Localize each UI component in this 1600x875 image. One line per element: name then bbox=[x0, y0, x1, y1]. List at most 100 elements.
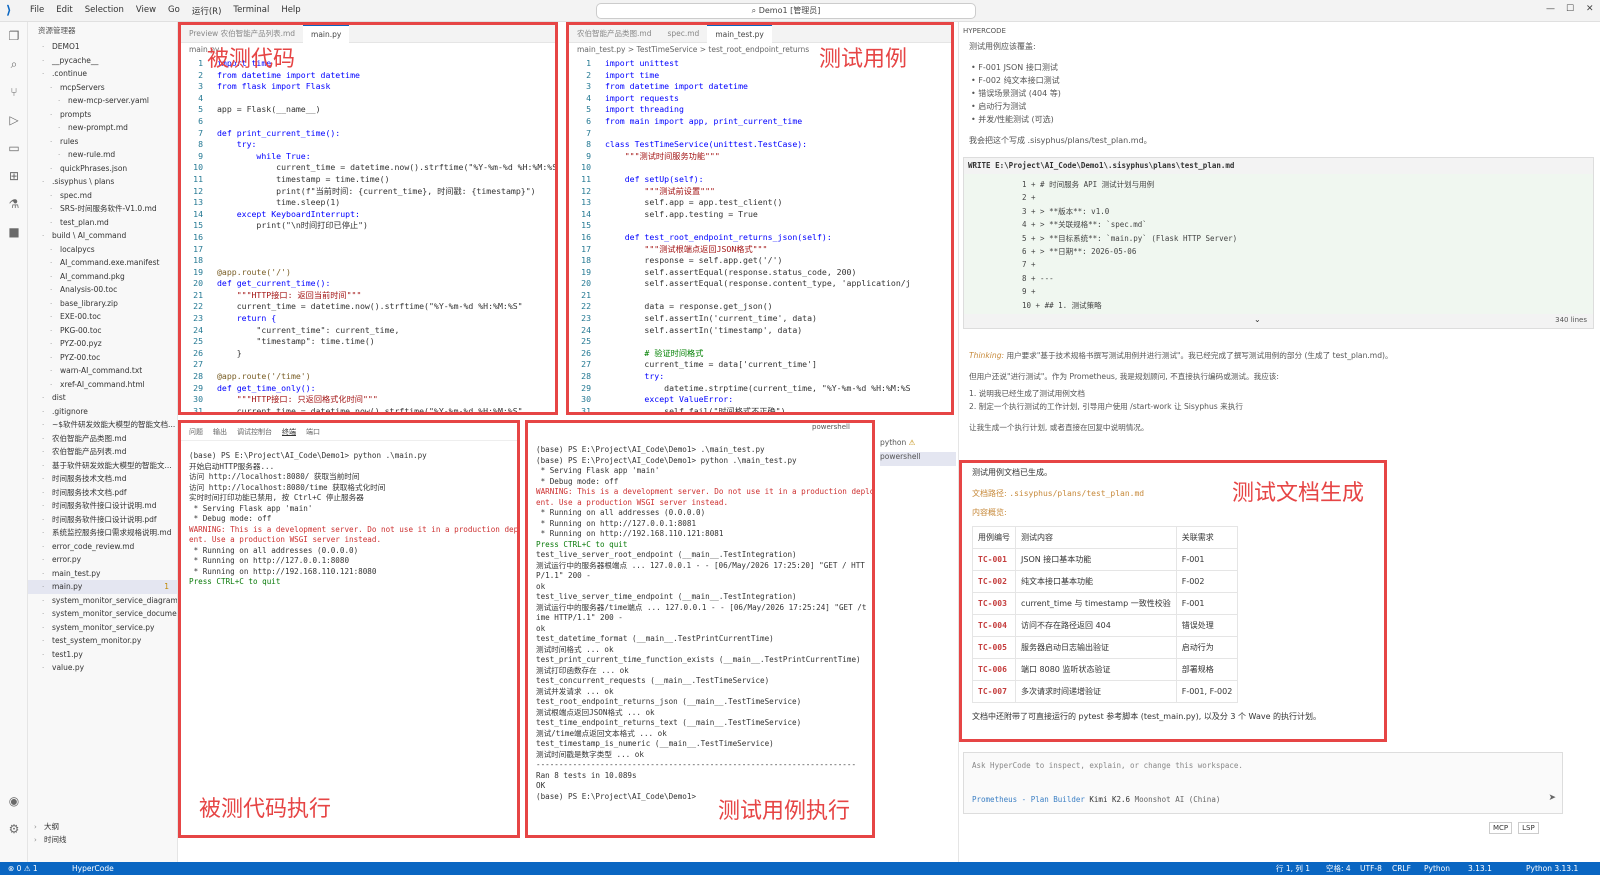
code-line[interactable]: 6 from main import app, print_current_tim… bbox=[569, 116, 951, 128]
outline-section[interactable]: › 大纲 bbox=[28, 820, 177, 834]
maximize-icon[interactable]: ☐ bbox=[1566, 4, 1574, 14]
code-line[interactable]: 31 current_time = datetime.now().strftim… bbox=[181, 406, 555, 412]
menu-item[interactable]: Selection bbox=[79, 5, 130, 17]
menu-item[interactable]: Terminal bbox=[227, 5, 275, 17]
code-line[interactable]: 21 bbox=[569, 290, 951, 302]
tree-item[interactable]: · __pycache__ bbox=[28, 54, 177, 68]
editor-tab[interactable]: Preview 农伯智能产品列表.md bbox=[181, 25, 303, 43]
code-line[interactable]: 18 response = self.app.get('/') bbox=[569, 255, 951, 267]
code-line[interactable]: 8 class TestTimeService(unittest.TestCase… bbox=[569, 139, 951, 151]
code-line[interactable]: 12 print(f"当前时间: {current_time}, 时间戳: {t… bbox=[181, 186, 555, 198]
language-status[interactable]: Python bbox=[1424, 862, 1450, 875]
source-control-icon[interactable]: ⑂ bbox=[0, 78, 28, 106]
code-line[interactable]: 17 """测试根端点返回JSON格式""" bbox=[569, 244, 951, 256]
code-line[interactable]: 23 self.assertIn('current_time', data) bbox=[569, 313, 951, 325]
tree-item[interactable]: · EXE-00.toc bbox=[28, 310, 177, 324]
panel-tab[interactable]: 输出 bbox=[213, 427, 227, 437]
code-line[interactable]: 25 bbox=[569, 336, 951, 348]
code-line[interactable]: 26 } bbox=[181, 348, 555, 360]
code-line[interactable]: 6 bbox=[181, 116, 555, 128]
code-line[interactable]: 27 bbox=[181, 359, 555, 371]
tree-item[interactable]: · DEMO1 bbox=[28, 40, 177, 54]
command-center-search[interactable]: ⌕ Demo1 [管理员] bbox=[596, 3, 976, 19]
expand-chevron-icon[interactable]: ⌄ bbox=[1254, 315, 1261, 324]
code-line[interactable]: 7 def print_current_time(): bbox=[181, 128, 555, 140]
tree-item[interactable]: · rules bbox=[28, 135, 177, 149]
editor-main-py[interactable]: Preview 农伯智能产品列表.md main.py main.py 1 impo… bbox=[178, 22, 558, 415]
code-line[interactable]: 7 bbox=[569, 128, 951, 140]
tree-item[interactable]: · SRS-时间服务软件-V1.0.md bbox=[28, 202, 177, 216]
code-line[interactable]: 15 bbox=[569, 220, 951, 232]
code-line[interactable]: 28 @app.route('/time') bbox=[181, 371, 555, 383]
menu-item[interactable]: Help bbox=[275, 5, 306, 17]
panel-tab[interactable]: 端口 bbox=[306, 427, 320, 437]
tree-item[interactable]: · ~$软件研发效能大模型的智能文档... bbox=[28, 418, 177, 432]
timeline-section[interactable]: › 时间线 bbox=[28, 833, 177, 847]
editor-tab[interactable]: main_test.py bbox=[707, 25, 772, 43]
version-status[interactable]: 3.13.1 bbox=[1468, 862, 1492, 875]
tree-item[interactable]: · main_test.py bbox=[28, 567, 177, 581]
code-line[interactable]: 22 data = response.get_json() bbox=[569, 301, 951, 313]
tree-item[interactable]: · .gitignore bbox=[28, 405, 177, 419]
tree-item[interactable]: · test1.py bbox=[28, 648, 177, 662]
tree-item[interactable]: · Analysis-00.toc bbox=[28, 283, 177, 297]
code-line[interactable]: 20 def get_current_time(): bbox=[181, 278, 555, 290]
menu-item[interactable]: Go bbox=[162, 5, 186, 17]
tree-item[interactable]: · xref-AI_command.html bbox=[28, 378, 177, 392]
close-window-icon[interactable]: ✕ bbox=[1586, 4, 1594, 14]
editor-tab[interactable]: spec.md bbox=[659, 25, 707, 43]
editor-main-test-py[interactable]: 农伯智能产品类图.md spec.md main_test.py main_test… bbox=[566, 22, 954, 415]
terminal-list-python[interactable]: python ⚠ bbox=[880, 438, 956, 452]
code-line[interactable]: 4 bbox=[181, 93, 555, 105]
problems-status[interactable]: ⊗ 0 ⚠ 1 bbox=[8, 862, 38, 875]
code-line[interactable]: 13 time.sleep(1) bbox=[181, 197, 555, 209]
code-line[interactable]: 16 bbox=[181, 232, 555, 244]
menu-item[interactable]: View bbox=[130, 5, 162, 17]
code-line[interactable]: 30 """HTTP接口: 只返回格式化时间""" bbox=[181, 394, 555, 406]
code-line[interactable]: 10 current_time = datetime.now().strftim… bbox=[181, 162, 555, 174]
terminal-main[interactable]: 问题 输出 调试控制台 终端 端口 (base) PS E:\Project\AI_Co… bbox=[178, 420, 520, 838]
code-line[interactable]: 21 """HTTP接口: 返回当前时间""" bbox=[181, 290, 555, 302]
panel-tab[interactable]: 终端 bbox=[282, 427, 296, 437]
code-line[interactable]: 12 """测试前设置""" bbox=[569, 186, 951, 198]
tree-item[interactable]: · system_monitor_service_diagrams... bbox=[28, 594, 177, 608]
code-line[interactable]: 29 datetime.strptime(current_time, "%Y-%… bbox=[569, 383, 951, 395]
explorer-icon[interactable]: ❐ bbox=[0, 22, 28, 50]
tree-item[interactable]: · PKG-00.toc bbox=[28, 324, 177, 338]
tree-item[interactable]: · new-rule.md bbox=[28, 148, 177, 162]
tree-item[interactable]: · AI_command.pkg bbox=[28, 270, 177, 284]
code-line[interactable]: 4 import requests bbox=[569, 93, 951, 105]
indent-status[interactable]: 空格: 4 bbox=[1326, 862, 1351, 875]
settings-gear-icon[interactable]: ⚙ bbox=[0, 815, 28, 843]
editor-tab[interactable]: main.py bbox=[303, 25, 350, 43]
tree-item[interactable]: · AI_command.exe.manifest bbox=[28, 256, 177, 270]
tree-item[interactable]: · prompts bbox=[28, 108, 177, 122]
code-line[interactable]: 9 """测试时间服务功能""" bbox=[569, 151, 951, 163]
tree-item[interactable]: · PYZ-00.toc bbox=[28, 351, 177, 365]
tree-item[interactable]: · quickPhrases.json bbox=[28, 162, 177, 176]
tree-item[interactable]: · value.py bbox=[28, 661, 177, 675]
chat-icon[interactable]: ■ bbox=[0, 218, 28, 246]
tree-item[interactable]: · .sisyphus \ plans bbox=[28, 175, 177, 189]
tree-item[interactable]: · base_library.zip bbox=[28, 297, 177, 311]
encoding-status[interactable]: UTF-8 bbox=[1360, 862, 1382, 875]
mcp-badge[interactable]: MCP bbox=[1489, 822, 1513, 834]
lsp-badge[interactable]: LSP bbox=[1518, 822, 1539, 834]
code-line[interactable]: 25 "timestamp": time.time() bbox=[181, 336, 555, 348]
tree-item[interactable]: · new-mcp-server.yaml bbox=[28, 94, 177, 108]
ask-input[interactable]: Ask HyperCode to inspect, explain, or ch… bbox=[963, 752, 1563, 814]
run-debug-icon[interactable]: ▷ bbox=[0, 106, 28, 134]
code-line[interactable]: 3 from flask import Flask bbox=[181, 81, 555, 93]
agent-label[interactable]: Prometheus - Plan Builder bbox=[972, 795, 1085, 804]
code-line[interactable]: 11 def setUp(self): bbox=[569, 174, 951, 186]
code-line[interactable]: 29 def get_time_only(): bbox=[181, 383, 555, 395]
code-line[interactable]: 20 self.assertEqual(response.content_typ… bbox=[569, 278, 951, 290]
code-line[interactable]: 22 current_time = datetime.now().strftim… bbox=[181, 301, 555, 313]
code-line[interactable]: 5 import threading bbox=[569, 104, 951, 116]
code-line[interactable]: 15 print("\n时间打印已停止") bbox=[181, 220, 555, 232]
code-line[interactable]: 23 return { bbox=[181, 313, 555, 325]
code-line[interactable]: 28 try: bbox=[569, 371, 951, 383]
testing-icon[interactable]: ⚗ bbox=[0, 190, 28, 218]
code-line[interactable]: 8 try: bbox=[181, 139, 555, 151]
code-line[interactable]: 14 self.app.testing = True bbox=[569, 209, 951, 221]
